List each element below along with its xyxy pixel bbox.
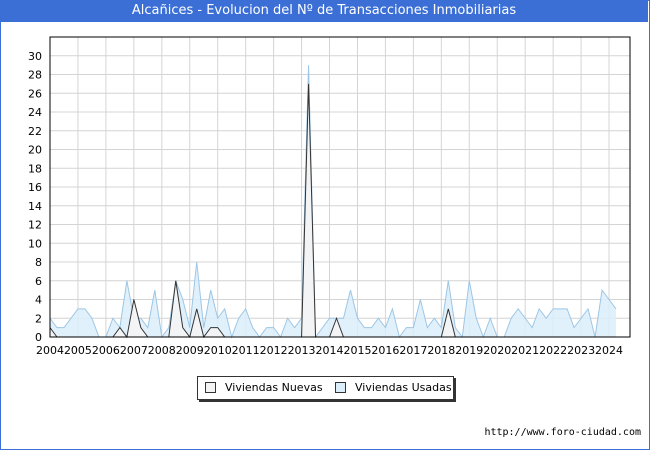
y-tick-label: 8 <box>35 256 42 269</box>
legend-item-usadas: Viviendas Usadas <box>335 381 452 394</box>
x-tick-label: 2018 <box>427 344 455 357</box>
x-tick-label: 2005 <box>64 344 92 357</box>
y-tick-label: 28 <box>28 69 42 82</box>
y-tick-label: 4 <box>35 294 42 307</box>
x-tick-label: 2024 <box>595 344 623 357</box>
y-tick-label: 18 <box>28 162 42 175</box>
legend-swatch-usadas <box>335 382 346 393</box>
x-tick-label: 2013 <box>288 344 316 357</box>
x-tick-label: 2006 <box>92 344 120 357</box>
y-tick-label: 22 <box>28 125 42 138</box>
y-tick-label: 26 <box>28 87 42 100</box>
x-tick-label: 2009 <box>176 344 204 357</box>
y-tick-label: 12 <box>28 219 42 232</box>
x-tick-label: 2011 <box>232 344 260 357</box>
x-tick-label: 2016 <box>371 344 399 357</box>
y-tick-label: 0 <box>35 331 42 344</box>
x-tick-label: 2020 <box>483 344 511 357</box>
x-tick-label: 2004 <box>36 344 64 357</box>
legend-item-nuevas: Viviendas Nuevas <box>205 381 323 394</box>
x-tick-label: 2021 <box>511 344 539 357</box>
legend-label-nuevas: Viviendas Nuevas <box>225 381 323 394</box>
legend-swatch-nuevas <box>205 382 216 393</box>
x-tick-label: 2007 <box>120 344 148 357</box>
x-tick-label: 2008 <box>148 344 176 357</box>
x-tick-label: 2012 <box>260 344 288 357</box>
y-tick-label: 30 <box>28 50 42 63</box>
x-tick-label: 2019 <box>455 344 483 357</box>
x-tick-label: 2022 <box>539 344 567 357</box>
chart-legend: Viviendas Nuevas Viviendas Usadas <box>197 376 454 400</box>
y-tick-label: 24 <box>28 106 42 119</box>
x-tick-label: 2015 <box>343 344 371 357</box>
y-tick-label: 6 <box>35 275 42 288</box>
source-url: http://www.foro-ciudad.com <box>484 427 641 438</box>
x-tick-label: 2014 <box>316 344 344 357</box>
y-tick-label: 2 <box>35 312 42 325</box>
x-tick-label: 2023 <box>567 344 595 357</box>
x-tick-label: 2010 <box>204 344 232 357</box>
y-tick-label: 16 <box>28 181 42 194</box>
y-tick-label: 20 <box>28 144 42 157</box>
y-tick-label: 14 <box>28 200 42 213</box>
legend-label-usadas: Viviendas Usadas <box>355 381 452 394</box>
y-tick-label: 10 <box>28 237 42 250</box>
x-tick-label: 2017 <box>399 344 427 357</box>
